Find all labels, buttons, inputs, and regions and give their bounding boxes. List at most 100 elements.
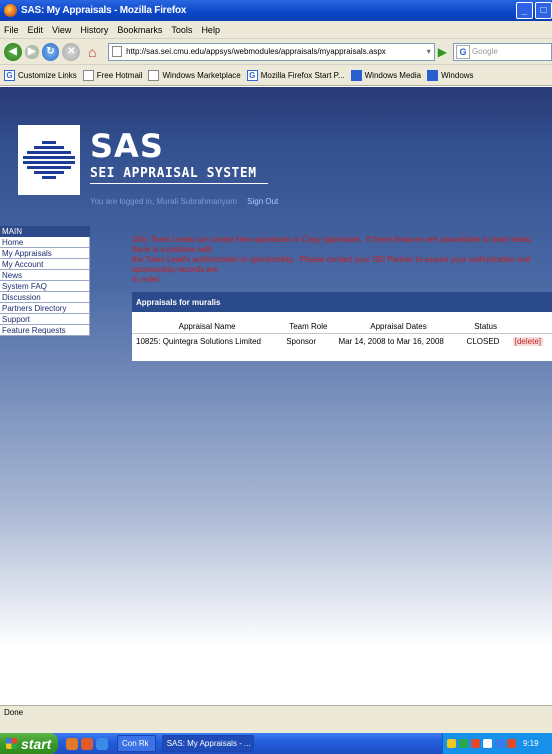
tray-icon[interactable] <box>495 739 504 748</box>
bookmark-item[interactable]: Windows <box>427 69 474 81</box>
system-tray: 9:19 <box>442 733 552 754</box>
google-icon: G <box>246 69 258 81</box>
status-bar: Done <box>0 705 552 733</box>
bookmark-label: Free Hotmail <box>96 70 143 80</box>
brand-title: SAS <box>90 127 164 165</box>
nav-item-my-appraisals[interactable]: My Appraisals <box>0 248 90 259</box>
task-label: Con Rk <box>122 739 149 748</box>
dropdown-arrow-icon[interactable]: ▾ <box>427 47 431 56</box>
bookmark-label: Windows <box>441 70 474 80</box>
firefox-icon[interactable] <box>66 737 78 750</box>
nav-item-feature-requests[interactable]: Feature Requests <box>0 325 90 336</box>
bookmark-item[interactable]: Windows Marketplace <box>148 69 241 81</box>
bookmark-label: Windows Media <box>364 70 422 80</box>
taskbar-button-conrk[interactable]: Con Rk <box>117 735 156 752</box>
brand-subtitle: SEI APPRAISAL SYSTEM <box>90 166 257 181</box>
nav-item-home[interactable]: Home <box>0 237 90 248</box>
menu-tools[interactable]: Tools <box>171 25 192 35</box>
nav-item-support[interactable]: Support <box>0 314 90 325</box>
reload-button[interactable]: ↻ <box>41 42 60 61</box>
window-title-bar: SAS: My Appraisals - Mozilla Firefox _ □ <box>0 0 552 21</box>
bookmark-item[interactable]: Windows Media <box>350 69 422 81</box>
taskbar: start Con Rk SAS: My Appraisals - ... 9:… <box>0 733 552 754</box>
table-row: 10825: Quintegra Solutions Limited Spons… <box>132 334 552 350</box>
team-role-cell: Sponsor <box>286 337 316 346</box>
home-button[interactable]: ⌂ <box>83 43 101 61</box>
bookmark-item[interactable]: Free Hotmail <box>82 69 143 81</box>
tray-icon[interactable] <box>459 739 468 748</box>
clock: 9:19 <box>523 739 539 748</box>
page-icon <box>112 46 123 57</box>
page-content: SAS SEI APPRAISAL SYSTEM You are logged … <box>0 87 552 705</box>
firefox-icon[interactable] <box>81 737 93 750</box>
start-button[interactable]: start <box>0 733 58 754</box>
bookmark-item[interactable]: G Customize Links <box>4 69 77 81</box>
start-label: start <box>21 735 52 752</box>
windows-media-icon <box>350 69 362 81</box>
tray-icon[interactable] <box>447 739 456 748</box>
go-arrow-icon[interactable]: ▶ <box>438 45 447 59</box>
sei-logo <box>18 125 80 195</box>
windows-media-icon <box>427 69 439 81</box>
menu-history[interactable]: History <box>80 25 108 35</box>
maximize-button[interactable]: □ <box>535 2 552 19</box>
nav-item-discussion[interactable]: Discussion <box>0 292 90 303</box>
brand-divider <box>90 183 268 184</box>
google-icon: G <box>456 44 470 59</box>
logged-in-text: You are logged in, Murali Subrahmanyam <box>90 197 237 206</box>
appraisals-panel: Appraisals for muralis Appraisal Name Te… <box>132 292 552 361</box>
navigation-toolbar: ◀ ▶ ↻ ✕ ⌂ http://sas.sei.cmu.edu/appsys/… <box>0 39 552 65</box>
column-header-action <box>508 320 552 334</box>
taskbar-button-firefox[interactable]: SAS: My Appraisals - ... <box>161 735 254 752</box>
appraisal-name-cell[interactable]: 10825: Quintegra Solutions Limited <box>132 334 282 350</box>
window-title: SAS: My Appraisals - Mozilla Firefox <box>21 5 187 16</box>
bookmark-label: Customize Links <box>18 70 77 80</box>
status-cell: CLOSED <box>466 337 500 346</box>
google-icon: G <box>4 69 15 81</box>
logged-in-info: You are logged in, Murali Subrahmanyam S… <box>90 197 278 206</box>
nav-item-partners-directory[interactable]: Partners Directory <box>0 303 90 314</box>
back-button[interactable]: ◀ <box>4 42 22 61</box>
status-text: Done <box>4 708 24 717</box>
nav-item-news[interactable]: News <box>0 270 90 281</box>
minimize-button[interactable]: _ <box>516 2 533 19</box>
tray-icon[interactable] <box>483 739 492 748</box>
appraisals-heading: Appraisals for muralis <box>132 292 552 312</box>
column-header: Appraisal Name <box>132 320 283 334</box>
address-bar[interactable]: http://sas.sei.cmu.edu/appsys/webmodules… <box>108 42 435 61</box>
nav-item-my-account[interactable]: My Account <box>0 259 90 270</box>
bookmark-item[interactable]: G Mozilla Firefox Start P... <box>246 69 345 81</box>
windows-flag-icon <box>6 738 17 749</box>
task-label: SAS: My Appraisals - ... <box>166 739 251 748</box>
page-icon <box>148 69 160 81</box>
tray-icon[interactable] <box>507 739 516 748</box>
quick-launch <box>66 737 111 750</box>
search-box[interactable]: G Google <box>453 42 552 61</box>
menu-bar: File Edit View History Bookmarks Tools H… <box>0 21 552 39</box>
menu-help[interactable]: Help <box>201 25 220 35</box>
stop-button[interactable]: ✕ <box>62 42 81 61</box>
column-header: Appraisal Dates <box>334 320 463 334</box>
forward-button[interactable]: ▶ <box>24 44 39 59</box>
menu-bookmarks[interactable]: Bookmarks <box>117 25 162 35</box>
left-navigation: MAIN Home My Appraisals My Account News … <box>0 226 90 336</box>
authorization-notice: Only Team Leads can create New appraisal… <box>132 235 533 284</box>
tray-icon[interactable] <box>471 739 480 748</box>
menu-view[interactable]: View <box>52 25 71 35</box>
menu-file[interactable]: File <box>4 25 19 35</box>
page-icon <box>82 69 94 81</box>
bookmark-label: Windows Marketplace <box>162 70 241 80</box>
menu-edit[interactable]: Edit <box>28 25 44 35</box>
nav-heading: MAIN <box>0 226 90 237</box>
ie-icon[interactable] <box>96 737 108 750</box>
delete-link[interactable]: [delete] <box>512 337 543 346</box>
column-header: Team Role <box>282 320 335 334</box>
sign-out-link[interactable]: Sign Out <box>247 197 278 206</box>
firefox-icon <box>4 4 17 17</box>
column-header: Status <box>462 320 509 334</box>
window-controls: _ □ <box>514 2 552 19</box>
bookmark-label: Mozilla Firefox Start P... <box>260 70 345 80</box>
nav-item-system-faq[interactable]: System FAQ <box>0 281 90 292</box>
appraisals-table: Appraisal Name Team Role Appraisal Dates… <box>132 320 552 349</box>
appraisal-dates-cell: Mar 14, 2008 to Mar 16, 2008 <box>338 337 444 346</box>
